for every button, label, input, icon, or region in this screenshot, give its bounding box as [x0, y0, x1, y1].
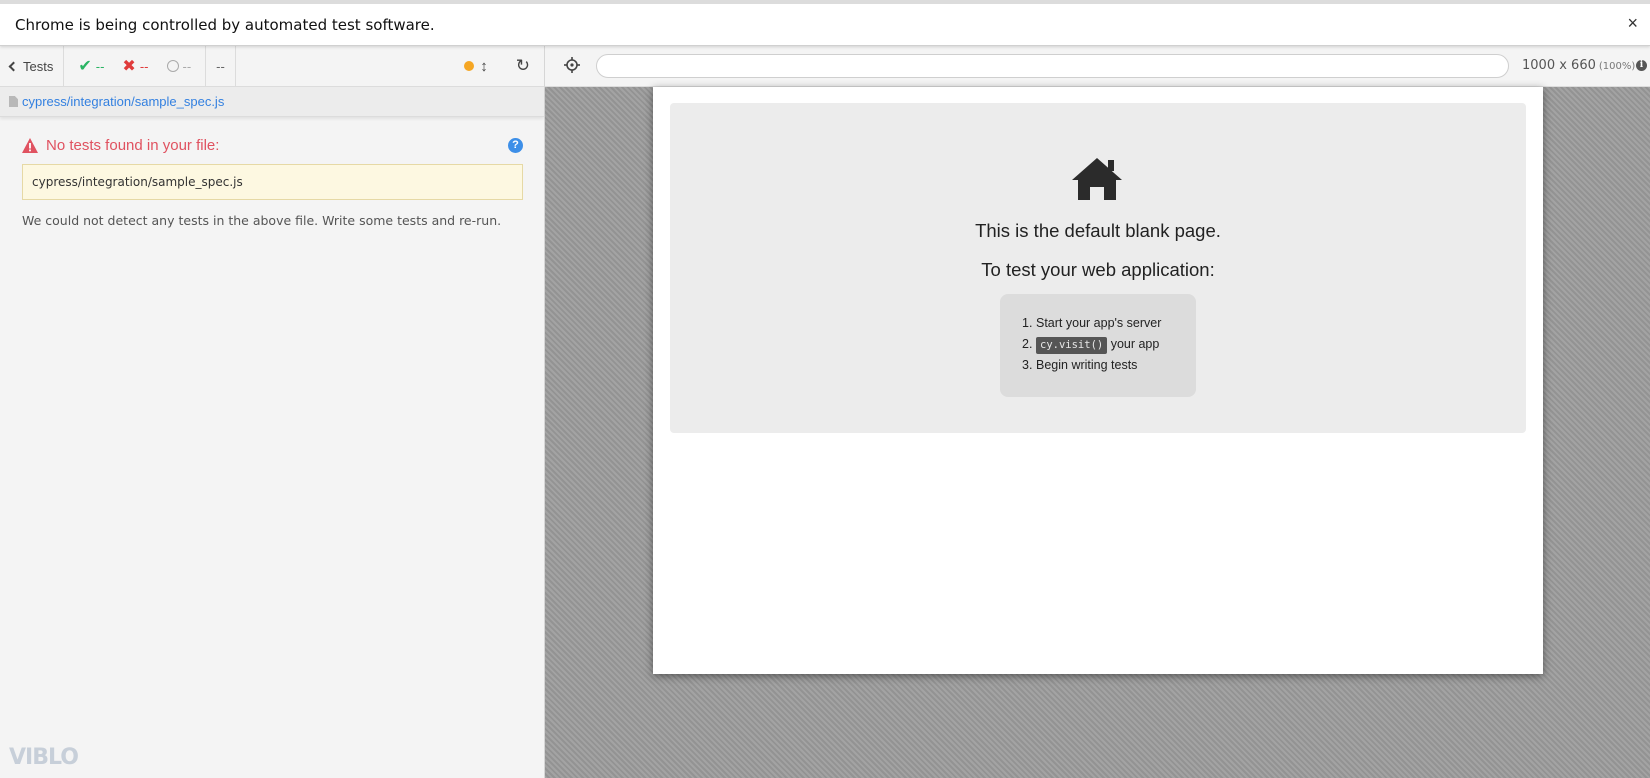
selector-playground-crosshair-icon[interactable] — [564, 57, 580, 73]
reload-icon[interactable]: ↻ — [516, 56, 530, 76]
circle-icon — [166, 60, 179, 72]
cy-visit-code: cy.visit() — [1036, 337, 1108, 354]
list-item: 1. Start your app's server — [1022, 316, 1162, 330]
info-icon[interactable]: i — [1636, 60, 1647, 71]
app-under-test-frame[interactable]: This is the default blank page. To test … — [653, 87, 1543, 674]
running-status-dot — [464, 61, 475, 71]
viblo-logo: VIBLO — [9, 745, 79, 770]
spec-file-link[interactable]: cypress/integration/sample_spec.js — [22, 94, 224, 109]
duration: -- — [206, 46, 236, 86]
default-blank-page-card: This is the default blank page. To test … — [670, 103, 1526, 433]
passed-stat: ✔ -- — [78, 56, 104, 76]
check-icon: ✔ — [78, 58, 92, 75]
blank-page-subtitle: To test your web application: — [981, 259, 1215, 280]
tests-button-label: Tests — [23, 58, 54, 74]
test-stats: ✔ -- ✖ -- -- — [64, 46, 207, 86]
runner-header: 1000 x 660 (100%) i — [545, 46, 1650, 87]
blank-page-title: This is the default blank page. — [975, 220, 1221, 241]
infobar-message: Chrome is being controlled by automated … — [15, 15, 435, 34]
viewport-size: 1000 x 660 (100%) — [1522, 58, 1635, 73]
auto-scroll-toggle-icon[interactable]: ↕ — [480, 58, 488, 75]
failed-stat: ✖ -- — [122, 56, 148, 76]
list-item: 3. Begin writing tests — [1022, 358, 1138, 372]
viewport-zoom: (100%) — [1598, 61, 1636, 72]
viewport-dimensions: 1000 x 660 — [1522, 58, 1596, 73]
tests-button[interactable]: Tests — [0, 46, 65, 86]
automation-infobar: Chrome is being controlled by automated … — [0, 0, 1650, 46]
reporter-controls: ↕ ↻ — [454, 46, 544, 86]
error-title: No tests found in your file: — [22, 137, 523, 154]
close-icon[interactable]: × — [1627, 14, 1638, 32]
spec-file-bar: cypress/integration/sample_spec.js — [0, 87, 544, 117]
reporter-header: Tests ✔ -- ✖ -- -- -- ↕ ↻ — [0, 46, 544, 87]
no-tests-error: No tests found in your file: ? cypress/i… — [0, 117, 544, 228]
chevron-left-icon — [8, 61, 19, 72]
home-icon — [1072, 158, 1122, 200]
list-item: 2. cy.visit() your app — [1022, 335, 1196, 356]
error-description: We could not detect any tests in the abo… — [22, 213, 502, 228]
steps-list: 1. Start your app's server 2. cy.visit() y… — [1000, 294, 1196, 397]
file-icon — [9, 96, 18, 107]
warning-icon — [22, 138, 38, 153]
cross-icon: ✖ — [122, 58, 136, 75]
runner-area: 1000 x 660 (100%) i This is the default b… — [545, 46, 1650, 778]
help-icon[interactable]: ? — [508, 138, 523, 153]
pending-stat: -- — [166, 58, 192, 74]
reporter-panel: Tests ✔ -- ✖ -- -- -- ↕ ↻ cypress/integr — [0, 46, 545, 778]
error-title-text: No tests found in your file: — [46, 137, 220, 154]
pending-count: -- — [182, 58, 192, 74]
url-input[interactable] — [596, 54, 1509, 78]
passed-count: -- — [95, 58, 105, 74]
failed-count: -- — [139, 58, 149, 74]
error-file-box: cypress/integration/sample_spec.js — [22, 164, 523, 200]
